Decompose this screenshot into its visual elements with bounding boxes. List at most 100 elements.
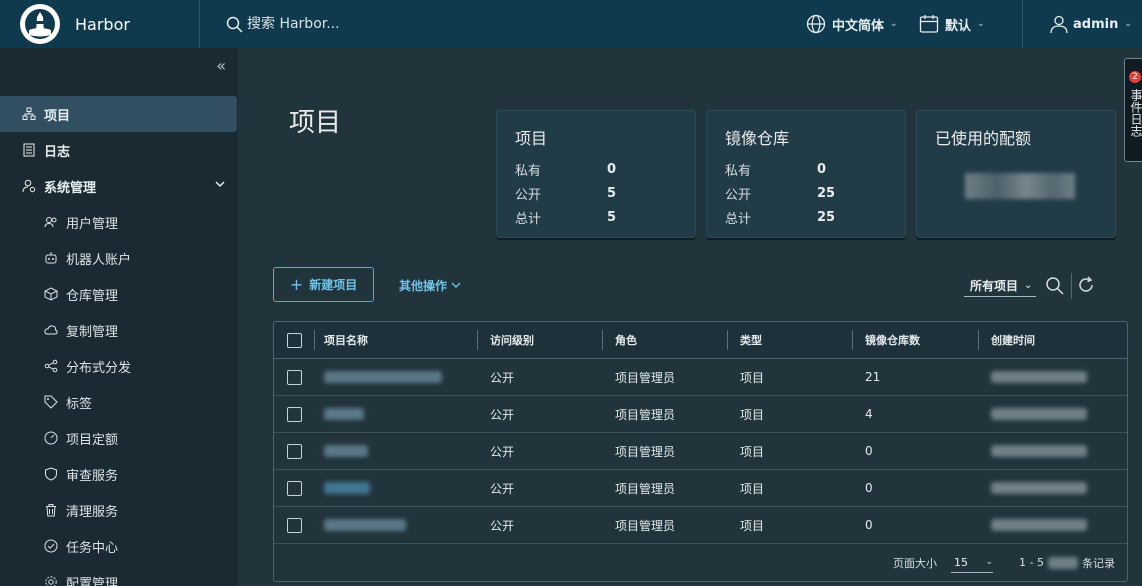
sidebar-item-label: 项目定额: [66, 432, 119, 448]
log-icon: [22, 143, 36, 157]
access-cell: 公开: [490, 481, 515, 496]
sidebar-item-jobs[interactable]: 任务中心: [0, 528, 238, 564]
redacted-date: [991, 482, 1087, 494]
page-size-select[interactable]: 15 ⌄: [951, 553, 994, 573]
type-cell: 项目: [740, 370, 765, 385]
language-selector[interactable]: 中文简体 ⌄: [806, 0, 898, 48]
redacted-project-name: [324, 482, 370, 494]
card-row-private: 私有 0: [515, 157, 677, 181]
sidebar-item-gc[interactable]: 清理服务: [0, 492, 238, 528]
sidebar-item-config[interactable]: 配置管理: [0, 564, 238, 586]
robot-icon: [44, 251, 58, 265]
chevron-down-icon: ⌄: [890, 19, 898, 29]
sidebar-item-users[interactable]: 用户管理: [0, 204, 238, 240]
user-icon: [1050, 15, 1068, 34]
chevron-down-icon: ⌄: [985, 557, 994, 567]
sidebar-item-labels[interactable]: 标签: [0, 384, 238, 420]
card-row-total: 总计 5: [515, 205, 677, 229]
access-cell: 公开: [490, 370, 515, 385]
column-header-repo-count[interactable]: 镜像仓库数: [852, 322, 978, 358]
admin-icon: [22, 179, 36, 193]
more-actions-dropdown[interactable]: 其他操作: [399, 277, 461, 294]
project-name-cell[interactable]: [314, 470, 477, 506]
sidebar-item-label: 系统管理: [44, 180, 97, 196]
redacted-project-name: [324, 371, 442, 383]
filter-value: 所有项目: [970, 279, 1019, 293]
new-project-label: 新建项目: [309, 278, 358, 292]
global-search[interactable]: [226, 16, 786, 33]
event-log-tab[interactable]: 2 事件日志: [1124, 58, 1142, 162]
row-checkbox-cell: [274, 507, 314, 543]
project-name-cell[interactable]: [314, 433, 477, 469]
card-row-total: 总计 25: [725, 205, 887, 229]
table-search-icon[interactable]: [1045, 276, 1064, 299]
record-range: 1 - 5: [1019, 556, 1044, 569]
sidebar-item-label: 机器人账户: [66, 252, 132, 268]
sidebar-item-admin[interactable]: 系统管理: [0, 168, 238, 204]
project-name-cell[interactable]: [314, 507, 477, 543]
sidebar-item-replication[interactable]: 复制管理: [0, 312, 238, 348]
theme-label: 默认: [945, 18, 972, 34]
user-menu[interactable]: admin ⌄: [1022, 0, 1132, 48]
sidebar-item-label: 项目: [44, 108, 71, 124]
row-checkbox[interactable]: [286, 517, 302, 533]
repo-count-cell: 21: [865, 370, 881, 384]
sidebar-item-label: 分布式分发: [66, 360, 132, 376]
brand[interactable]: Harbor: [0, 0, 200, 48]
select-all-checkbox[interactable]: [286, 332, 302, 348]
plus-icon: +: [289, 275, 304, 294]
access-cell: 公开: [490, 518, 515, 533]
row-label: 私有: [725, 163, 752, 179]
sidebar-item-projects[interactable]: 项目: [0, 96, 237, 132]
sidebar-item-robots[interactable]: 机器人账户: [0, 240, 238, 276]
sidebar-item-interrogation[interactable]: 审查服务: [0, 456, 238, 492]
sidebar-item-registries[interactable]: 仓库管理: [0, 276, 238, 312]
row-checkbox[interactable]: [286, 443, 302, 459]
column-header-created[interactable]: 创建时间: [978, 322, 1127, 358]
table-header: 项目名称 访问级别 角色 类型 镜像仓库数 创建时间: [274, 322, 1127, 359]
table-row: 公开 项目管理员 项目 0: [274, 507, 1127, 544]
sidebar-item-quotas[interactable]: 项目定额: [0, 420, 238, 456]
card-row-private: 私有 0: [725, 157, 887, 181]
collapse-sidebar-icon[interactable]: «: [216, 56, 226, 75]
refresh-icon[interactable]: [1077, 276, 1095, 298]
row-value: 5: [607, 185, 617, 201]
row-checkbox[interactable]: [286, 369, 302, 385]
card-row-public: 公开 5: [515, 181, 677, 205]
type-cell: 项目: [740, 444, 765, 459]
dashboard-icon: [44, 431, 58, 445]
project-name-cell[interactable]: [314, 396, 477, 432]
table-row: 公开 项目管理员 项目 4: [274, 396, 1127, 433]
row-label: 总计: [515, 211, 542, 227]
column-header-type[interactable]: 类型: [727, 322, 852, 358]
redacted-quota: [965, 173, 1075, 199]
sidebar-item-label: 任务中心: [66, 540, 119, 556]
redacted-project-name: [324, 408, 364, 420]
event-log-label: 事件日志: [1129, 89, 1142, 137]
card-title: 已使用的配额: [935, 129, 1032, 148]
column-header-access[interactable]: 访问级别: [477, 322, 602, 358]
chevron-down-icon: ⌄: [1024, 280, 1033, 291]
search-input[interactable]: [247, 16, 447, 32]
chevron-down-icon: [451, 282, 461, 288]
trash-icon: [44, 503, 58, 517]
role-cell: 项目管理员: [615, 444, 676, 459]
new-project-button[interactable]: + 新建项目: [273, 267, 374, 302]
projects-icon: [22, 107, 36, 121]
username: admin: [1073, 16, 1119, 32]
theme-selector[interactable]: 默认 ⌄: [919, 0, 985, 48]
type-cell: 项目: [740, 407, 765, 422]
sidebar-item-distribution[interactable]: 分布式分发: [0, 348, 238, 384]
project-name-cell[interactable]: [314, 359, 477, 395]
tag-icon: [44, 395, 58, 409]
row-checkbox[interactable]: [286, 406, 302, 422]
column-header-role[interactable]: 角色: [602, 322, 727, 358]
share-icon: [44, 359, 58, 373]
column-header-name[interactable]: 项目名称: [314, 322, 477, 358]
sidebar-item-label: 仓库管理: [66, 288, 119, 304]
created-cell: [978, 433, 1127, 469]
row-checkbox[interactable]: [286, 480, 302, 496]
row-value: 25: [817, 185, 836, 201]
project-filter-select[interactable]: 所有项目 ⌄: [964, 275, 1037, 297]
sidebar-item-logs[interactable]: 日志: [0, 132, 238, 168]
